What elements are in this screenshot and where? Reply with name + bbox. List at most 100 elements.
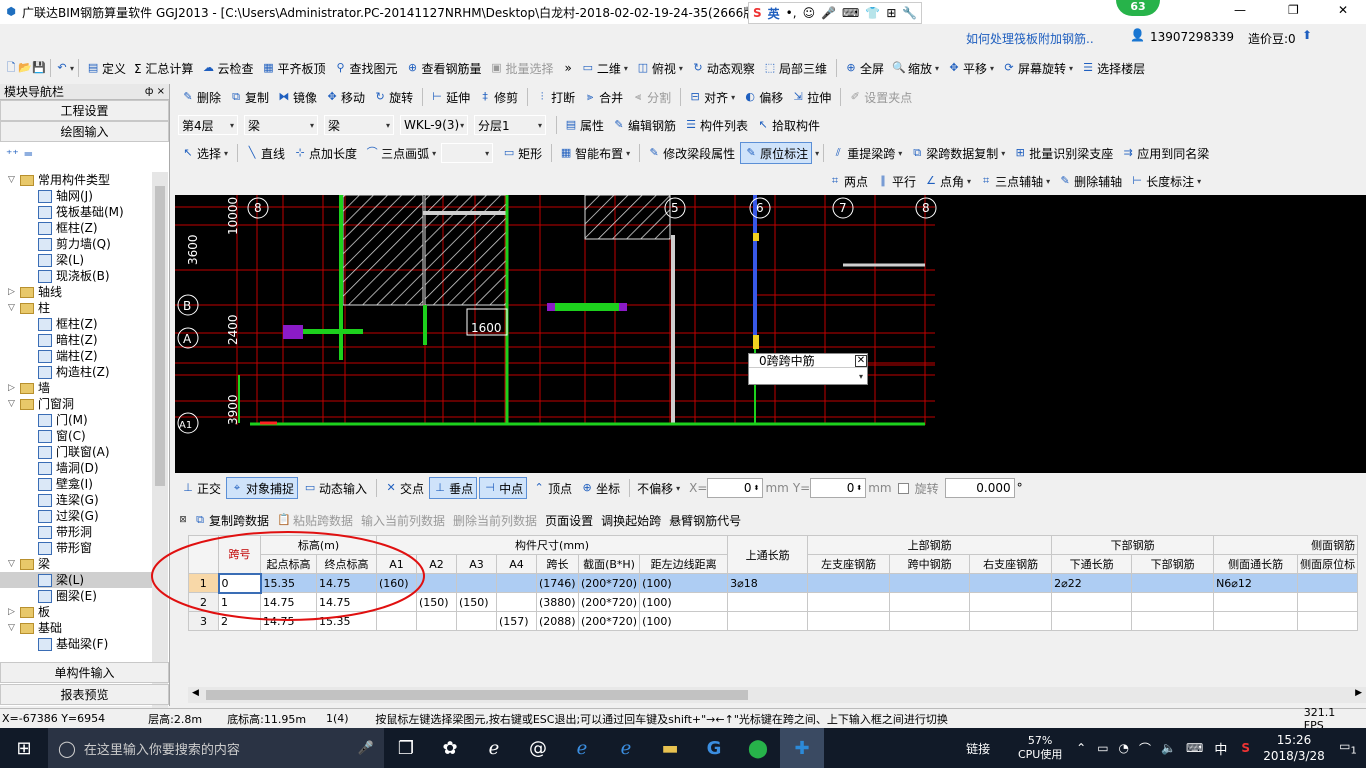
tree-folder[interactable]: ▷ 板 xyxy=(0,604,152,620)
table-cell[interactable] xyxy=(376,592,417,612)
table-cell[interactable]: (100) xyxy=(639,592,729,612)
table-cell[interactable] xyxy=(1213,611,1299,631)
spiral-app-icon[interactable]: @ xyxy=(516,728,560,768)
minimize-button[interactable]: — xyxy=(1234,3,1246,17)
phone-number[interactable]: 13907298339 xyxy=(1150,30,1234,44)
cad-drawing[interactable]: 1600 8 5 6 7 8 B A A1 3600 10000 2400 39… xyxy=(175,195,1366,473)
intersection-button[interactable]: ✕ 交点 xyxy=(381,477,427,499)
three-point-axis-button[interactable]: ⌗ 三点辅轴 ▾ xyxy=(976,170,1053,192)
drawing-canvas[interactable]: 1600 8 5 6 7 8 B A A1 3600 10000 2400 39… xyxy=(175,195,1366,473)
notification-center-icon[interactable]: ▭1 xyxy=(1330,739,1366,756)
table-cell[interactable] xyxy=(1051,611,1133,631)
clock[interactable]: 15:26 2018/3/28 xyxy=(1258,732,1330,764)
table-cell[interactable] xyxy=(1131,611,1215,631)
table-cell[interactable]: (160) xyxy=(376,573,417,593)
tree-item[interactable]: 连梁(G) xyxy=(0,492,152,508)
cloud-check-button[interactable]: ☁ 云检查 xyxy=(198,57,256,79)
tree-item[interactable]: 基础梁(F) xyxy=(0,636,152,652)
copy-span-data-button[interactable]: ⧉ 梁跨数据复制 ▾ xyxy=(907,142,1008,164)
tree-item[interactable]: 筏板基础(M) xyxy=(0,204,152,220)
offset-mode-select[interactable]: 不偏移 ▾ xyxy=(634,477,683,499)
table-cell[interactable]: (3880) xyxy=(536,592,579,612)
ime-tray-label[interactable]: 中 xyxy=(1214,739,1227,758)
green-app-icon[interactable]: ⬤ xyxy=(736,728,780,768)
popup-dropdown-icon[interactable]: ▾ xyxy=(859,372,863,381)
split-button[interactable]: ⫷ 分割 xyxy=(628,86,674,108)
menu-grid-icon[interactable]: ⊞ xyxy=(886,6,896,20)
rotate-input[interactable]: 0.000 xyxy=(944,478,1015,498)
type-select-1[interactable]: 梁 ▾ xyxy=(244,115,318,135)
wifi-icon[interactable]: ⌒ xyxy=(1139,740,1151,757)
swap-start-span-tool[interactable]: 调换起始跨 xyxy=(598,509,664,531)
move-button[interactable]: ✥ 移动 xyxy=(322,86,368,108)
layer-select[interactable]: 分层1 ▾ xyxy=(474,115,546,135)
parallel-axis-button[interactable]: ∥ 平行 xyxy=(873,170,919,192)
task-view-icon[interactable]: ❐ xyxy=(384,728,428,768)
component-list-button[interactable]: ☰ 构件列表 xyxy=(681,114,751,136)
component-select[interactable]: WKL-9(3) ▾ xyxy=(400,115,468,135)
wrench-icon[interactable]: 🔧 xyxy=(902,6,917,20)
active-app-icon[interactable]: ✚ xyxy=(780,728,824,768)
midpoint-button[interactable]: ⊣ 中点 xyxy=(479,477,528,499)
report-preview-button[interactable]: 报表预览 xyxy=(0,684,169,705)
skin-icon[interactable]: 👕 xyxy=(865,6,880,20)
tree-item[interactable]: 框柱(Z) xyxy=(0,316,152,332)
floor-select[interactable]: 第4层 ▾ xyxy=(178,115,238,135)
break-button[interactable]: ⫶ 打断 xyxy=(532,86,578,108)
table-cell[interactable] xyxy=(889,611,971,631)
taskbar-search[interactable]: ◯ 在这里输入你要搜索的内容 🎤 xyxy=(48,728,384,768)
span-data-table[interactable]: 跨号 标高(m) 构件尺寸(mm) 上通长筋 上部钢筋 下部钢筋 侧面钢筋 起点… xyxy=(188,535,1359,631)
align-button[interactable]: ⊟ 对齐 ▾ xyxy=(685,86,738,108)
tree-toggle-icon[interactable]: ▽ xyxy=(8,172,20,188)
copy-span-data-tool[interactable]: ⧉ 复制跨数据 xyxy=(190,509,272,531)
panel-close-icon[interactable]: ⊠ xyxy=(176,513,190,527)
sogou-tray-icon[interactable]: S xyxy=(1241,741,1250,755)
copy-button[interactable]: ⧉ 复制 xyxy=(226,86,272,108)
fan-app-icon[interactable]: ✿ xyxy=(428,728,472,768)
re-extract-span-button[interactable]: ⫽ 重提梁跨 ▾ xyxy=(828,142,905,164)
table-cell[interactable]: (100) xyxy=(639,611,729,631)
tree-item[interactable]: 门(M) xyxy=(0,412,152,428)
mic-icon[interactable]: 🎤 xyxy=(821,6,836,20)
table-cell[interactable] xyxy=(969,573,1053,593)
ortho-button[interactable]: ⊥ 正交 xyxy=(178,477,224,499)
table-cell[interactable] xyxy=(376,611,417,631)
table-cell[interactable] xyxy=(889,573,971,593)
type-select-2[interactable]: 梁 ▾ xyxy=(324,115,394,135)
tree-item[interactable]: 过梁(G) xyxy=(0,508,152,524)
tree-item[interactable]: 暗柱(Z) xyxy=(0,332,152,348)
table-cell[interactable] xyxy=(889,592,971,612)
table-cell[interactable] xyxy=(1051,592,1133,612)
tree-item[interactable]: 梁(L) xyxy=(0,252,152,268)
keyboard-tray-icon[interactable]: ⌨ xyxy=(1186,741,1203,755)
table-cell[interactable]: 2⌀22 xyxy=(1051,573,1133,593)
table-cell[interactable]: (1746) xyxy=(536,573,579,593)
file-explorer-icon[interactable]: ▬ xyxy=(648,728,692,768)
single-input-button[interactable]: 单构件输入 xyxy=(0,662,169,683)
select-floor-button[interactable]: ☰ 选择楼层 xyxy=(1078,57,1148,79)
rotate-checkbox[interactable] xyxy=(897,482,909,494)
nav-pin-close[interactable]: ф × xyxy=(145,86,165,97)
table-cell[interactable] xyxy=(1131,573,1215,593)
tree-item[interactable]: 带形窗 xyxy=(0,540,152,556)
tree-item[interactable]: 门联窗(A) xyxy=(0,444,152,460)
tree-toggle-icon[interactable]: ▽ xyxy=(8,300,20,316)
stretch-button[interactable]: ⇲ 拉伸 xyxy=(788,86,834,108)
drawing-input-button[interactable]: 绘图输入 xyxy=(0,121,169,142)
object-snap-button[interactable]: ⌖ 对象捕捉 xyxy=(226,477,299,499)
set-grip-button[interactable]: ✐ 设置夹点 xyxy=(845,86,915,108)
line-button[interactable]: ╲ 直线 xyxy=(242,142,288,164)
top-view-button[interactable]: ◫ 俯视 ▾ xyxy=(633,57,686,79)
table-cell[interactable]: 15.35 xyxy=(316,611,377,631)
table-row[interactable]: 2 1 14.75 14.75 (150) (150) (3880) (200*720) (10… xyxy=(188,592,1359,612)
batch-select-button[interactable]: ▣ 批量选择 xyxy=(487,57,557,79)
table-cell[interactable] xyxy=(416,611,457,631)
tree-item[interactable]: 带形洞 xyxy=(0,524,152,540)
table-cell[interactable] xyxy=(1297,592,1359,612)
vertex-button[interactable]: ⌃ 顶点 xyxy=(529,477,575,499)
input-current-column-tool[interactable]: 输入当前列数据 xyxy=(358,509,448,531)
table-cell[interactable]: (100) xyxy=(639,573,729,593)
edge-browser-icon[interactable]: ℯ xyxy=(560,728,604,768)
align-slab-top-button[interactable]: ▦ 平齐板顶 xyxy=(258,57,328,79)
tree-item[interactable]: 构造柱(Z) xyxy=(0,364,152,380)
